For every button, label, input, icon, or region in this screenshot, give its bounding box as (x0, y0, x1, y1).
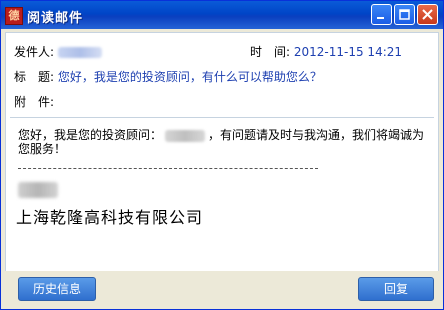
subject-row: 标 题: 您好，我是您的投资顾问，有什么可以帮助您么？ (14, 68, 322, 85)
window-title: 阅读邮件 (27, 11, 84, 26)
maximize-icon (399, 9, 410, 20)
advisor-name-redacted (165, 129, 206, 142)
attachment-row: 附 件: (14, 93, 54, 110)
sender-row: 发件人: (14, 43, 102, 60)
minimize-button[interactable] (371, 4, 392, 25)
subject-value: 您好，我是您的投资顾问，有什么可以帮助您么？ (57, 70, 322, 84)
subject-label: 标 题: (14, 70, 55, 84)
close-button[interactable] (417, 4, 438, 25)
sender-label: 发件人: (14, 45, 55, 59)
reply-button[interactable]: 回复 (358, 277, 434, 301)
company-name: 上海乾隆高科技有限公司 (16, 208, 204, 227)
app-logo-icon: 德 (5, 7, 23, 25)
time-row: 时 间: 2012-11-15 14:21 (250, 43, 402, 60)
message-text: 您好，我是您的投资顾问： ，有问题请及时与我沟通，我们将竭诚为您服务！ (18, 128, 428, 156)
bottom-toolbar: 历史信息 回复 (1, 271, 443, 309)
maximize-button[interactable] (394, 4, 415, 25)
minimize-icon (377, 17, 384, 19)
sender-value-redacted (57, 47, 102, 58)
message-text-part1: 您好，我是您的投资顾问： (18, 128, 163, 142)
time-label: 时 间: (250, 45, 291, 59)
separator-line (18, 168, 318, 169)
time-value: 2012-11-15 14:21 (293, 45, 403, 59)
read-mail-window: 德 阅读邮件 发件人: 时 间: 2012-11-15 14:21 标 题: 您… (0, 0, 444, 310)
attachment-label: 附 件: (14, 95, 55, 109)
close-icon (422, 9, 433, 20)
mail-content-panel: 发件人: 时 间: 2012-11-15 14:21 标 题: 您好，我是您的投… (5, 32, 439, 272)
message-body: 您好，我是您的投资顾问： ，有问题请及时与我沟通，我们将竭诚为您服务！ 上海乾隆高… (10, 117, 434, 268)
title-bar[interactable]: 德 阅读邮件 (1, 1, 443, 29)
history-button[interactable]: 历史信息 (18, 277, 96, 301)
signature-name-redacted (18, 182, 58, 198)
